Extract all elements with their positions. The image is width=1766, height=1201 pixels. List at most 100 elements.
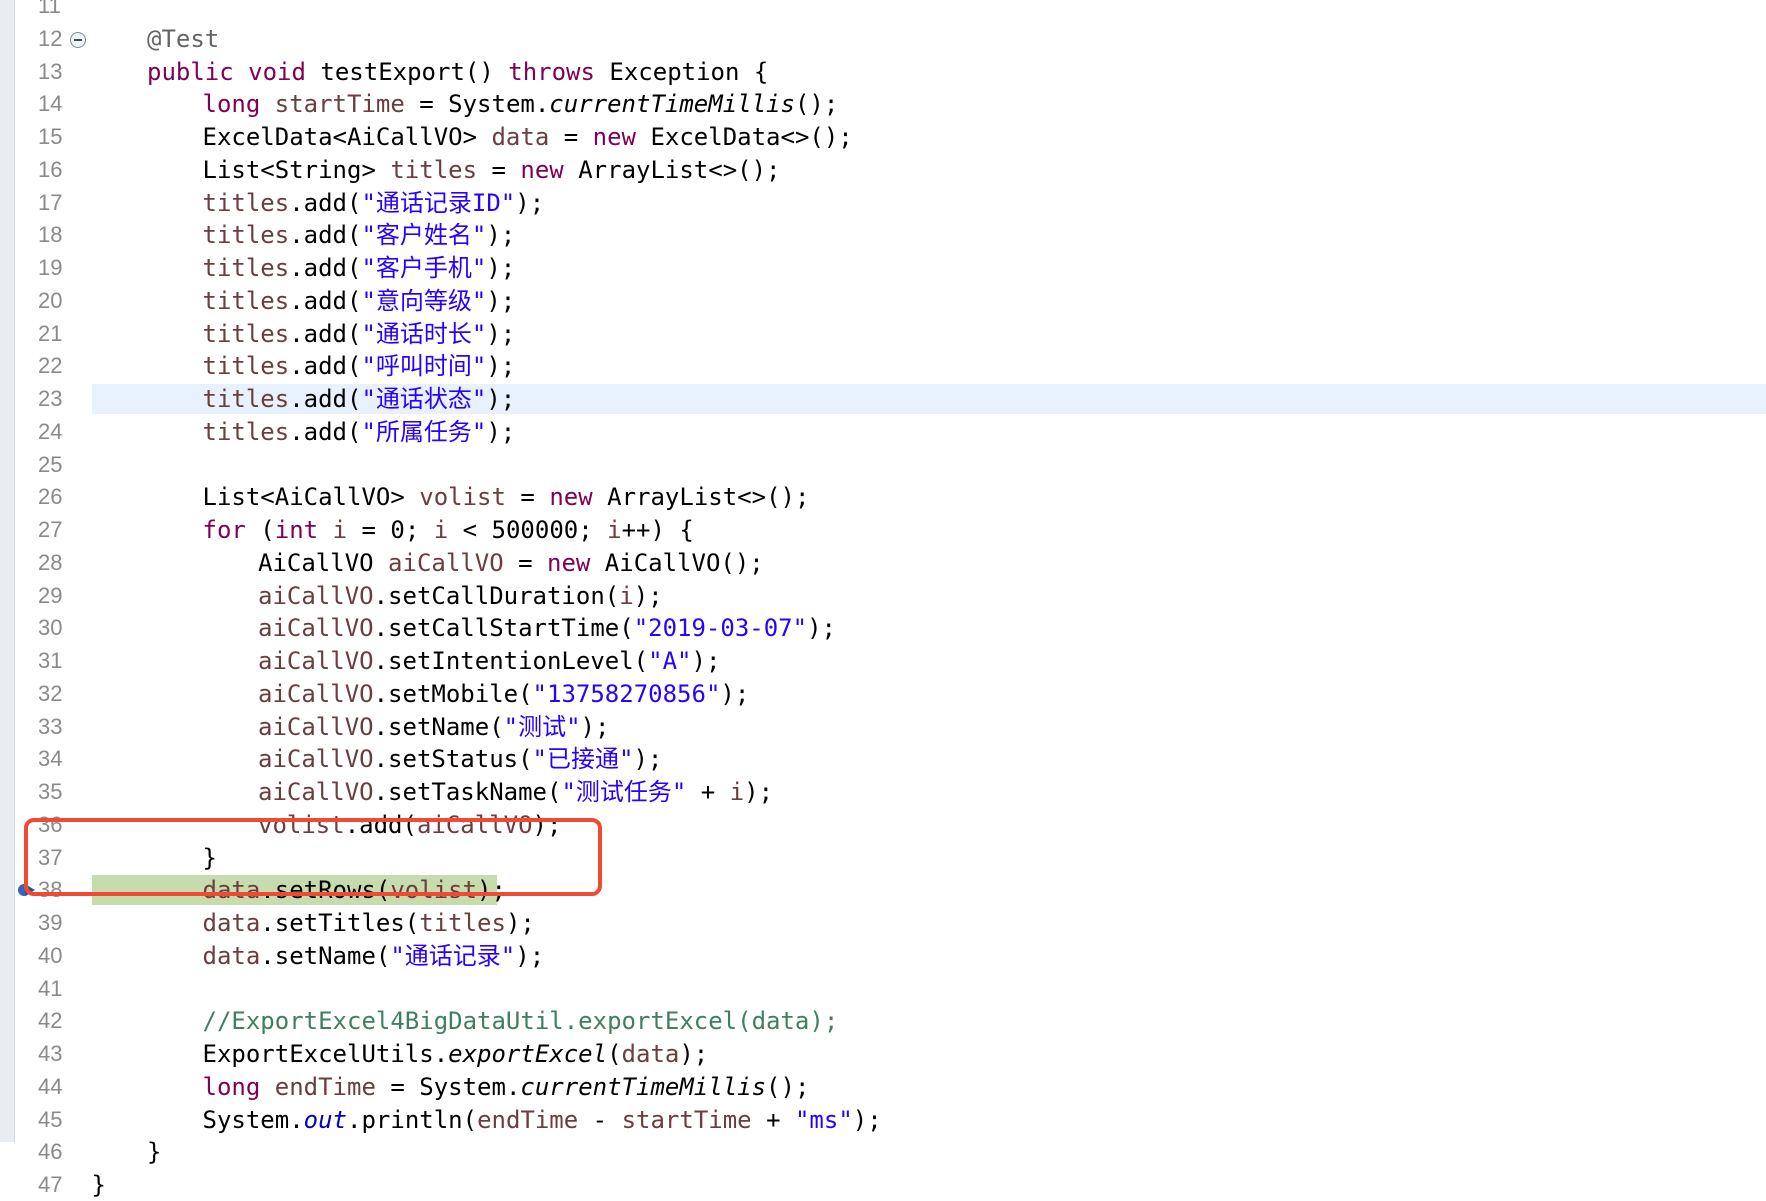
code-token: );: [486, 352, 516, 381]
code-line[interactable]: 31 aiCallVO.setIntentionLevel("A");: [0, 645, 1766, 677]
code-line[interactable]: 18 titles.add("客户姓名");: [0, 219, 1766, 251]
code-line[interactable]: 23 titles.add("通话状态");: [0, 383, 1766, 415]
code-line[interactable]: 43 ExportExcelUtils.exportExcel(data);: [0, 1038, 1766, 1070]
line-number: 30: [38, 615, 63, 641]
code-token: .add(: [289, 352, 362, 381]
code-text: titles.add("呼叫时间");: [203, 350, 516, 382]
code-line[interactable]: 15 ExcelData<AiCallVO> data = new ExcelDa…: [0, 121, 1766, 153]
code-token: .add(: [289, 221, 362, 250]
line-number: 16: [38, 156, 63, 182]
line-number: 44: [38, 1073, 63, 1099]
code-line[interactable]: 42 //ExportExcel4BigDataUtil.exportExcel(…: [0, 1005, 1766, 1037]
code-text: System.out.println(endTime - startTime +…: [203, 1104, 882, 1136]
line-number: 11: [38, 0, 61, 18]
code-text: data.setTitles(titles);: [203, 907, 535, 939]
code-token: titles: [202, 319, 290, 348]
code-line[interactable]: 30 aiCallVO.setCallStartTime("2019-03-07"…: [0, 612, 1766, 644]
code-token: "通话记录ID": [361, 188, 516, 217]
code-token: throws: [508, 57, 595, 86]
code-text: aiCallVO.setTaskName("测试任务" + i);: [258, 776, 773, 808]
code-text: aiCallVO.setCallStartTime("2019-03-07");: [258, 612, 836, 644]
code-line[interactable]: 27 for (int i = 0; i < 500000; i++) {: [0, 514, 1766, 546]
code-line[interactable]: 21 titles.add("通话时长");: [0, 318, 1766, 350]
line-number: 42: [38, 1008, 63, 1034]
code-line[interactable]: 19 titles.add("客户手机");: [0, 252, 1766, 284]
code-token: List<String>: [202, 155, 391, 184]
code-token: "2019-03-07": [633, 614, 808, 643]
code-token: ();: [794, 90, 839, 119]
code-line[interactable]: 12 @Test: [0, 23, 1766, 55]
code-line[interactable]: 20 titles.add("意向等级");: [0, 285, 1766, 317]
code-token: );: [486, 286, 516, 315]
code-token: currentTimeMillis: [549, 90, 795, 119]
code-text: aiCallVO.setStatus("已接通");: [258, 743, 662, 775]
code-token: );: [515, 188, 545, 217]
code-line[interactable]: 39 data.setTitles(titles);: [0, 907, 1766, 939]
code-token: i: [729, 778, 745, 806]
code-token: .setIntentionLevel(: [373, 647, 649, 675]
line-number: 46: [38, 1139, 63, 1165]
code-token: System.: [202, 1105, 304, 1134]
code-line[interactable]: 34 aiCallVO.setStatus("已接通");: [0, 743, 1766, 775]
code-line[interactable]: 35 aiCallVO.setTaskName("测试任务" + i);: [0, 776, 1766, 808]
code-line[interactable]: 47}: [0, 1169, 1766, 1201]
code-line[interactable]: 29 aiCallVO.setCallDuration(i);: [0, 580, 1766, 612]
code-token: = 0;: [347, 516, 434, 544]
code-text: //ExportExcel4BigDataUtil.exportExcel(da…: [203, 1005, 839, 1037]
code-text: aiCallVO.setMobile("13758270856");: [258, 678, 749, 710]
code-token: void: [248, 57, 306, 86]
code-line[interactable]: 26 List<AiCallVO> volist = new ArrayList<…: [0, 481, 1766, 513]
code-line[interactable]: 14 long startTime = System.currentTimeMil…: [0, 88, 1766, 120]
code-token: );: [720, 679, 750, 708]
code-token: ();: [766, 1072, 810, 1101]
code-line[interactable]: 44 long endTime = System.currentTimeMilli…: [0, 1071, 1766, 1103]
code-line[interactable]: 33 aiCallVO.setName("测试");: [0, 711, 1766, 743]
code-line[interactable]: 40 data.setName("通话记录");: [0, 940, 1766, 972]
line-number: 32: [38, 680, 63, 706]
code-token: ExcelData<>();: [636, 123, 853, 151]
code-token: List<AiCallVO>: [202, 483, 420, 512]
code-line[interactable]: 25: [0, 449, 1766, 481]
code-token: =: [503, 548, 547, 577]
code-line[interactable]: 45 System.out.println(endTime - startTime…: [0, 1104, 1766, 1136]
code-token: aiCallVO: [258, 679, 374, 708]
code-line[interactable]: 11: [0, 0, 1766, 22]
line-number: 34: [38, 746, 63, 772]
code-token: testExport(): [305, 57, 509, 86]
code-line[interactable]: 13 public void testExport() throws Except…: [0, 56, 1766, 88]
code-token: "ms": [794, 1105, 853, 1134]
line-number: 18: [38, 222, 63, 248]
code-line[interactable]: 24 titles.add("所属任务");: [0, 416, 1766, 448]
code-token: +: [686, 778, 730, 806]
code-text: data.setName("通话记录");: [203, 940, 545, 972]
code-token: titles: [202, 352, 290, 381]
code-token: long: [202, 90, 261, 119]
code-token: ++) {: [621, 516, 694, 544]
code-token: = System.: [404, 90, 550, 119]
code-line[interactable]: 16 List<String> titles = new ArrayList<>(…: [0, 154, 1766, 186]
line-number: 21: [38, 320, 63, 346]
code-line[interactable]: 17 titles.add("通话记录ID");: [0, 187, 1766, 219]
code-line[interactable]: 32 aiCallVO.setMobile("13758270856");: [0, 678, 1766, 710]
code-line[interactable]: 22 titles.add("呼叫时间");: [0, 350, 1766, 382]
code-text: titles.add("意向等级");: [203, 285, 516, 317]
code-line[interactable]: 28 AiCallVO aiCallVO = new AiCallVO();: [0, 547, 1766, 579]
code-token: i: [607, 516, 622, 544]
code-text: titles.add("客户手机");: [203, 252, 516, 284]
code-token: .setTitles(: [260, 909, 420, 937]
code-line[interactable]: 41: [0, 973, 1766, 1005]
code-token: endTime: [274, 1072, 376, 1101]
code-token: .setTaskName(: [373, 778, 562, 806]
code-line[interactable]: 46}: [0, 1136, 1766, 1168]
line-number: 43: [38, 1041, 63, 1066]
code-editor[interactable]: 11 12 @Test 13 public void testExport() thro…: [0, 0, 1766, 1199]
code-token: (: [245, 516, 275, 544]
code-token: .add(: [289, 385, 362, 413]
code-token: "测试任务": [561, 778, 687, 806]
fold-minus-icon[interactable]: [70, 31, 86, 48]
code-token: new: [547, 548, 591, 577]
code-token: aiCallVO: [258, 614, 374, 643]
code-token: ArrayList<>();: [563, 155, 781, 184]
